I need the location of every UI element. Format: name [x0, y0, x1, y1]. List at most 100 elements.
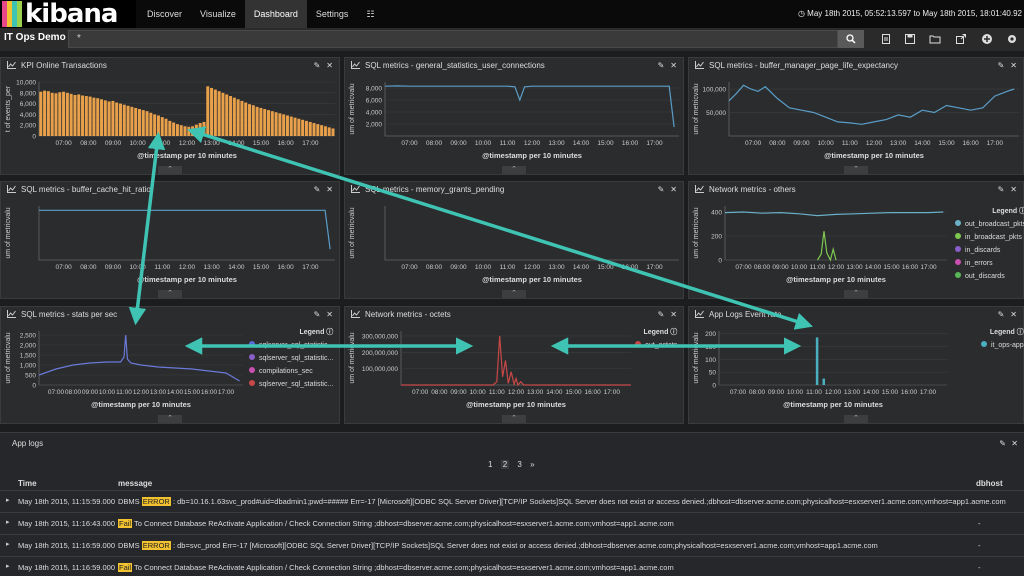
close-icon[interactable]: ✕ [1011, 439, 1018, 448]
bar[interactable] [293, 117, 297, 136]
bar[interactable] [88, 96, 92, 136]
col-dbhost[interactable]: dbhost [976, 479, 1003, 488]
col-message[interactable]: message [118, 479, 152, 488]
bar[interactable] [320, 125, 324, 136]
bar[interactable] [217, 91, 221, 136]
bar[interactable] [62, 91, 66, 136]
bar[interactable] [100, 99, 104, 136]
open-icon[interactable] [929, 33, 941, 45]
page-3[interactable]: 3 [517, 460, 521, 469]
expand-caret-icon[interactable]: ▸ [6, 518, 10, 526]
bar[interactable] [282, 114, 286, 136]
legend-item[interactable]: in_errors [955, 259, 1024, 267]
bar[interactable] [822, 378, 826, 385]
bar[interactable] [145, 111, 149, 136]
bar[interactable] [130, 106, 134, 136]
bar[interactable] [126, 105, 130, 136]
bar[interactable] [168, 120, 172, 136]
bar[interactable] [206, 86, 210, 136]
bar[interactable] [54, 93, 58, 136]
bar[interactable] [308, 121, 312, 136]
bar[interactable] [259, 107, 263, 136]
bar[interactable] [137, 109, 141, 136]
bar[interactable] [301, 119, 305, 136]
bar[interactable] [304, 120, 308, 136]
legend-item[interactable]: out_discards [955, 272, 1024, 280]
legend-item[interactable]: sqlserver_sql_statistic... [249, 341, 333, 349]
legend-item[interactable]: out_broadcast_pkts [955, 220, 1024, 228]
bar[interactable] [198, 123, 202, 136]
edit-icon[interactable]: ✎ [999, 439, 1006, 448]
bar[interactable] [183, 126, 187, 136]
legend-title[interactable]: Legend ⓘ [249, 327, 333, 337]
legend-item[interactable]: in_broadcast_pkts [955, 233, 1024, 241]
bar[interactable] [69, 93, 73, 136]
legend-item[interactable]: compilations_sec [249, 367, 333, 375]
time-range-picker[interactable]: ◷ May 18th 2015, 05:52:13.597 to May 18t… [798, 0, 1022, 28]
bar[interactable] [103, 100, 107, 136]
bar[interactable] [194, 124, 198, 136]
bar[interactable] [240, 100, 244, 136]
col-time[interactable]: Time [18, 479, 37, 488]
bar[interactable] [285, 115, 289, 136]
bar[interactable] [164, 118, 168, 136]
log-row[interactable]: ▸ May 18th 2015, 11:15:59.000 DBMS ERROR :… [0, 490, 1024, 512]
share-icon[interactable] [955, 33, 967, 45]
nav-discover[interactable]: Discover [138, 0, 191, 28]
bar[interactable] [149, 112, 153, 136]
log-row[interactable]: ▸ May 18th 2015, 11:16:43.000 Fail To Conn… [0, 512, 1024, 534]
bar[interactable] [312, 123, 316, 136]
bar[interactable] [236, 99, 240, 136]
nav-dashboard[interactable]: Dashboard [244, 0, 307, 28]
bar[interactable] [46, 91, 50, 136]
kibana-logo[interactable]: kibana [0, 0, 136, 28]
bar[interactable] [77, 94, 81, 136]
bar[interactable] [92, 97, 96, 136]
bar[interactable] [153, 114, 157, 136]
chart-mem-grants[interactable]: um of metricvalu 07:00 08:00 09:00 10:00 11:0… [345, 182, 685, 290]
bar[interactable] [58, 92, 62, 136]
chart-page-life[interactable]: um of metricvalu 50,000 100,000 07:00 08:00 0… [689, 58, 1024, 166]
bar[interactable] [111, 100, 115, 136]
bar[interactable] [179, 125, 183, 136]
legend-title[interactable]: Legend ⓘ [981, 327, 1024, 337]
toggle-legend-chevron-icon[interactable]: ⌃ [158, 415, 182, 423]
chart-cache-hit[interactable]: um of metricvalu 07:00 08:00 09:00 10:00 11:0… [1, 182, 341, 290]
bar[interactable] [39, 91, 43, 136]
bar[interactable] [815, 337, 819, 385]
bar[interactable] [50, 92, 54, 136]
bar[interactable] [73, 94, 77, 136]
bar[interactable] [266, 110, 270, 136]
bar[interactable] [187, 126, 191, 136]
bar[interactable] [134, 107, 138, 136]
page-2[interactable]: 2 [500, 460, 510, 469]
new-dashboard-icon[interactable] [880, 33, 892, 45]
chart-octets[interactable]: um of metricvalu 100,000,000 200,000,000 30… [345, 307, 685, 415]
series-line[interactable] [384, 85, 675, 128]
toggle-legend-chevron-icon[interactable]: ⌃ [502, 415, 526, 423]
bar[interactable] [210, 87, 214, 136]
toggle-legend-chevron-icon[interactable]: ⌃ [844, 290, 868, 298]
search-button[interactable] [838, 30, 864, 48]
chart-applogs-rate[interactable]: um of metricvalu 0 50 100 150 200 07:00 08:00 09… [689, 307, 1024, 415]
bar[interactable] [118, 103, 122, 136]
bar[interactable] [65, 92, 69, 136]
bar[interactable] [251, 105, 255, 136]
page-1[interactable]: 1 [488, 460, 492, 469]
toggle-legend-chevron-icon[interactable]: ⌃ [844, 166, 868, 174]
save-icon[interactable] [904, 33, 916, 45]
query-input[interactable]: * [68, 30, 838, 48]
legend-item[interactable]: in_discards [955, 246, 1024, 254]
series-line[interactable] [816, 231, 837, 262]
bar[interactable] [278, 113, 282, 136]
legend-item[interactable]: it_ops-app [981, 341, 1024, 349]
add-panel-icon[interactable] [981, 33, 993, 45]
bar[interactable] [81, 95, 85, 137]
bar[interactable] [270, 111, 274, 136]
series-line[interactable] [39, 209, 331, 250]
expand-caret-icon[interactable]: ▸ [6, 496, 10, 504]
bar[interactable] [43, 90, 47, 136]
bar[interactable] [213, 89, 217, 136]
bar[interactable] [175, 124, 179, 136]
toggle-legend-chevron-icon[interactable]: ⌃ [844, 415, 868, 423]
